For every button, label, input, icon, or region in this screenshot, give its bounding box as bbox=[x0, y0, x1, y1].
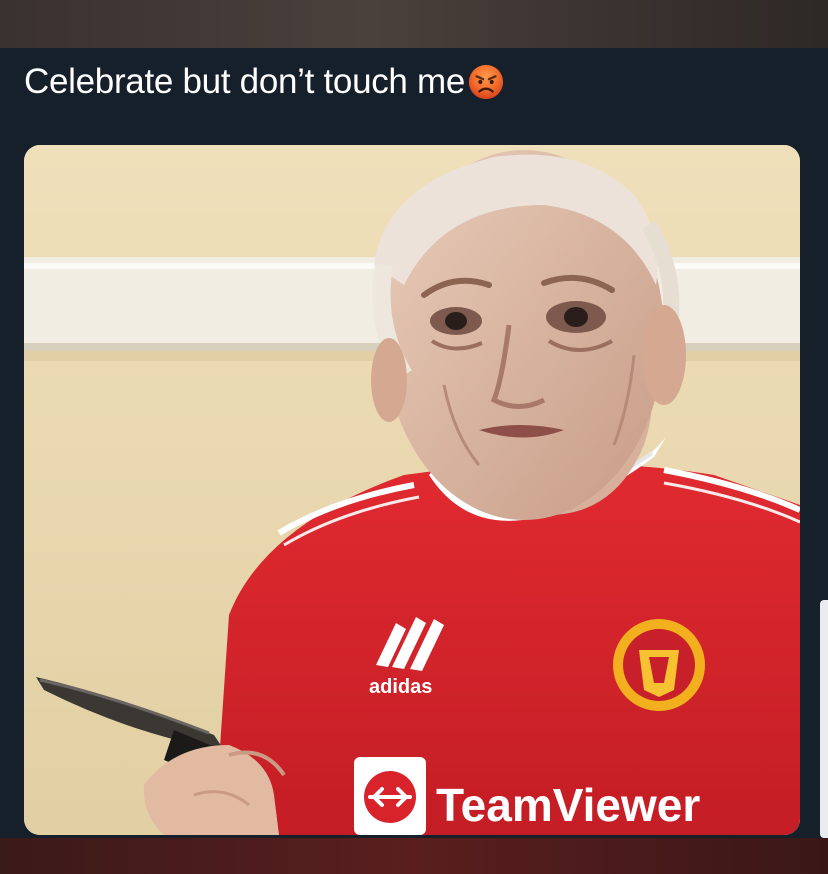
top-blurred-strip bbox=[0, 0, 828, 48]
teamviewer-text: TeamViewer bbox=[436, 779, 700, 831]
caption-text: Celebrate but don’t touch me bbox=[24, 62, 466, 101]
scrollbar-edge[interactable] bbox=[820, 600, 828, 838]
club-crest bbox=[613, 619, 705, 711]
post-caption: Celebrate but don’t touch me bbox=[24, 62, 505, 102]
post-photo[interactable]: adidas TeamViewer bbox=[24, 145, 800, 835]
adidas-text: adidas bbox=[369, 676, 432, 698]
angry-face-emoji-icon bbox=[468, 64, 504, 100]
meme-photo-illustration: adidas TeamViewer bbox=[24, 145, 800, 835]
bottom-blurred-strip bbox=[0, 838, 828, 874]
